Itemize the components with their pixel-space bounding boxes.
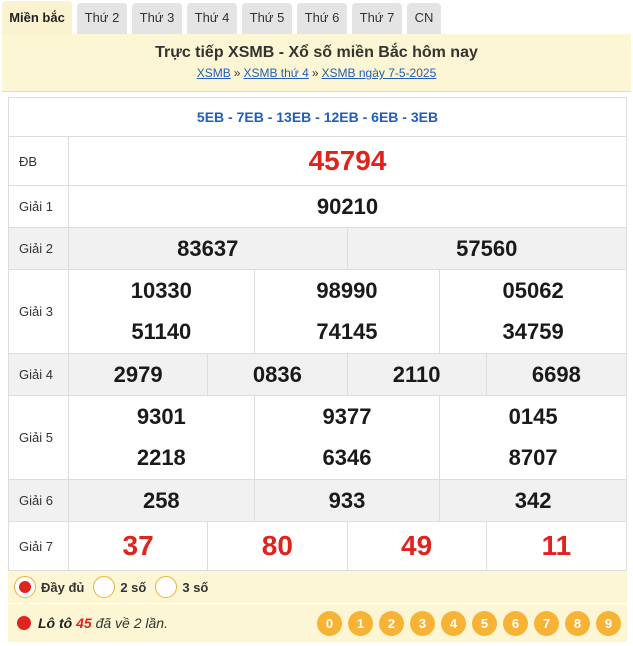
prize-number: 37 [69, 522, 209, 570]
tab-thu-2[interactable]: Thứ 2 [77, 3, 127, 34]
digit-button[interactable]: 6 [503, 611, 528, 636]
prize-number: 6346 [255, 437, 441, 479]
prize-number: 2218 [69, 437, 255, 479]
prize-row-g7: Giải 7 37 80 49 11 [9, 522, 626, 571]
prize-row-g5: Giải 5 9301 9377 0145 2218 6346 8707 [9, 396, 626, 480]
loto-bar: Lô tô 45 đã về 2 lần. 0 1 2 3 4 5 6 7 8 … [8, 604, 627, 642]
prize-number: 49 [348, 522, 487, 570]
day-tabs: Miền bắc Thứ 2 Thứ 3 Thứ 4 Thứ 5 Thứ 6 T… [0, 0, 633, 34]
prize-number: 83637 [69, 228, 348, 269]
option-label: Đầy đủ [41, 579, 85, 595]
prize-row-g1: Giải 1 90210 [9, 186, 626, 228]
prize-number: 05062 [502, 277, 564, 303]
prize-number: 258 [69, 480, 255, 521]
digit-button[interactable]: 7 [534, 611, 559, 636]
digit-button[interactable]: 0 [317, 611, 342, 636]
prize-row-g6: Giải 6 258 933 342 [9, 480, 626, 522]
prize-number: 0145 [508, 403, 558, 429]
prize-label: Giải 6 [9, 480, 69, 521]
digit-filter: 0 1 2 3 4 5 6 7 8 9 [311, 611, 621, 636]
tab-thu-4[interactable]: Thứ 4 [187, 3, 237, 34]
loto-summary: Lô tô 45 đã về 2 lần. [38, 615, 168, 631]
digit-button[interactable]: 4 [441, 611, 466, 636]
prize-label: Giải 1 [9, 186, 69, 227]
digit-button[interactable]: 5 [472, 611, 497, 636]
digit-button[interactable]: 8 [565, 611, 590, 636]
tab-thu-3[interactable]: Thứ 3 [132, 3, 182, 34]
breadcrumb-separator: » [233, 66, 241, 80]
prize-number: 8707 [508, 445, 558, 470]
prize-number: 74145 [255, 311, 441, 353]
prize-number: 2110 [348, 354, 487, 395]
prize-row-g2: Giải 2 83637 57560 [9, 228, 626, 270]
tab-thu-6[interactable]: Thứ 6 [297, 3, 347, 34]
loto-prefix: Lô tô [38, 615, 73, 631]
prize-label: Giải 4 [9, 354, 69, 395]
prize-number: 6698 [531, 361, 581, 387]
digit-button[interactable]: 2 [379, 611, 404, 636]
prize-number: 80 [208, 522, 348, 570]
option-label: 3 số [182, 579, 209, 595]
breadcrumb-xsmb-thu-4[interactable]: XSMB thứ 4 [243, 66, 308, 80]
prize-number: 0836 [208, 354, 348, 395]
option-label: 2 số [120, 579, 147, 595]
prize-number: 9301 [69, 396, 255, 437]
prize-number: 57560 [456, 235, 518, 261]
prize-label: Giải 5 [9, 396, 69, 479]
codes-row: 5EB - 7EB - 13EB - 12EB - 6EB - 3EB [9, 98, 626, 137]
ticket-codes: 5EB - 7EB - 13EB - 12EB - 6EB - 3EB [196, 109, 439, 125]
prize-number: 34759 [502, 319, 564, 344]
breadcrumb-xsmb-date[interactable]: XSMB ngày 7-5-2025 [322, 66, 437, 80]
prize-row-g4: Giải 4 2979 0836 2110 6698 [9, 354, 626, 396]
display-options: Đầy đủ 2 số 3 số [8, 570, 627, 603]
loto-number: 45 [76, 615, 92, 631]
tab-thu-5[interactable]: Thứ 5 [242, 3, 292, 34]
radio-checked-icon[interactable] [14, 576, 36, 598]
prize-number: 90210 [316, 193, 379, 219]
radio-unchecked-icon[interactable] [155, 576, 178, 598]
special-prize-number: 45794 [308, 145, 387, 176]
page-title: Trực tiếp XSMB - Xổ số miền Bắc hôm nay [155, 44, 478, 61]
prize-number: 342 [514, 487, 552, 513]
radio-unchecked-icon[interactable] [93, 576, 116, 598]
option-day-du[interactable]: Đầy đủ [14, 576, 84, 598]
digit-button[interactable]: 9 [596, 611, 621, 636]
tab-thu-7[interactable]: Thứ 7 [352, 3, 402, 34]
prize-label: Giải 3 [9, 270, 69, 353]
option-3-so[interactable]: 3 số [155, 576, 208, 598]
prize-number: 11 [541, 530, 572, 561]
red-dot-icon [17, 616, 31, 630]
prize-number: 51140 [69, 311, 255, 353]
loto-suffix: đã về 2 lần. [95, 615, 168, 631]
prize-row-g3: Giải 3 10330 98990 05062 51140 74145 347… [9, 270, 626, 354]
prize-number: 933 [255, 480, 441, 521]
tab-cn[interactable]: CN [407, 3, 441, 34]
prize-number: 98990 [255, 270, 441, 311]
option-2-so[interactable]: 2 số [93, 576, 146, 598]
results-table: 5EB - 7EB - 13EB - 12EB - 6EB - 3EB ĐB 4… [8, 97, 627, 571]
breadcrumb-separator: » [311, 66, 319, 80]
tab-mien-bac[interactable]: Miền bắc [2, 1, 72, 34]
digit-button[interactable]: 3 [410, 611, 435, 636]
digit-button[interactable]: 1 [348, 611, 373, 636]
breadcrumb-xsmb[interactable]: XSMB [197, 66, 231, 80]
prize-number: 2979 [69, 354, 209, 395]
prize-number: 10330 [69, 270, 255, 311]
prize-label: Giải 7 [9, 522, 69, 570]
breadcrumb: XSMB» XSMB thứ 4» XSMB ngày 7-5-2025 [2, 66, 631, 80]
prize-number: 9377 [255, 396, 441, 437]
prize-row-db: ĐB 45794 [9, 137, 626, 186]
prize-label: Giải 2 [9, 228, 69, 269]
page-header: Trực tiếp XSMB - Xổ số miền Bắc hôm nay … [2, 34, 631, 92]
prize-label: ĐB [9, 137, 69, 185]
